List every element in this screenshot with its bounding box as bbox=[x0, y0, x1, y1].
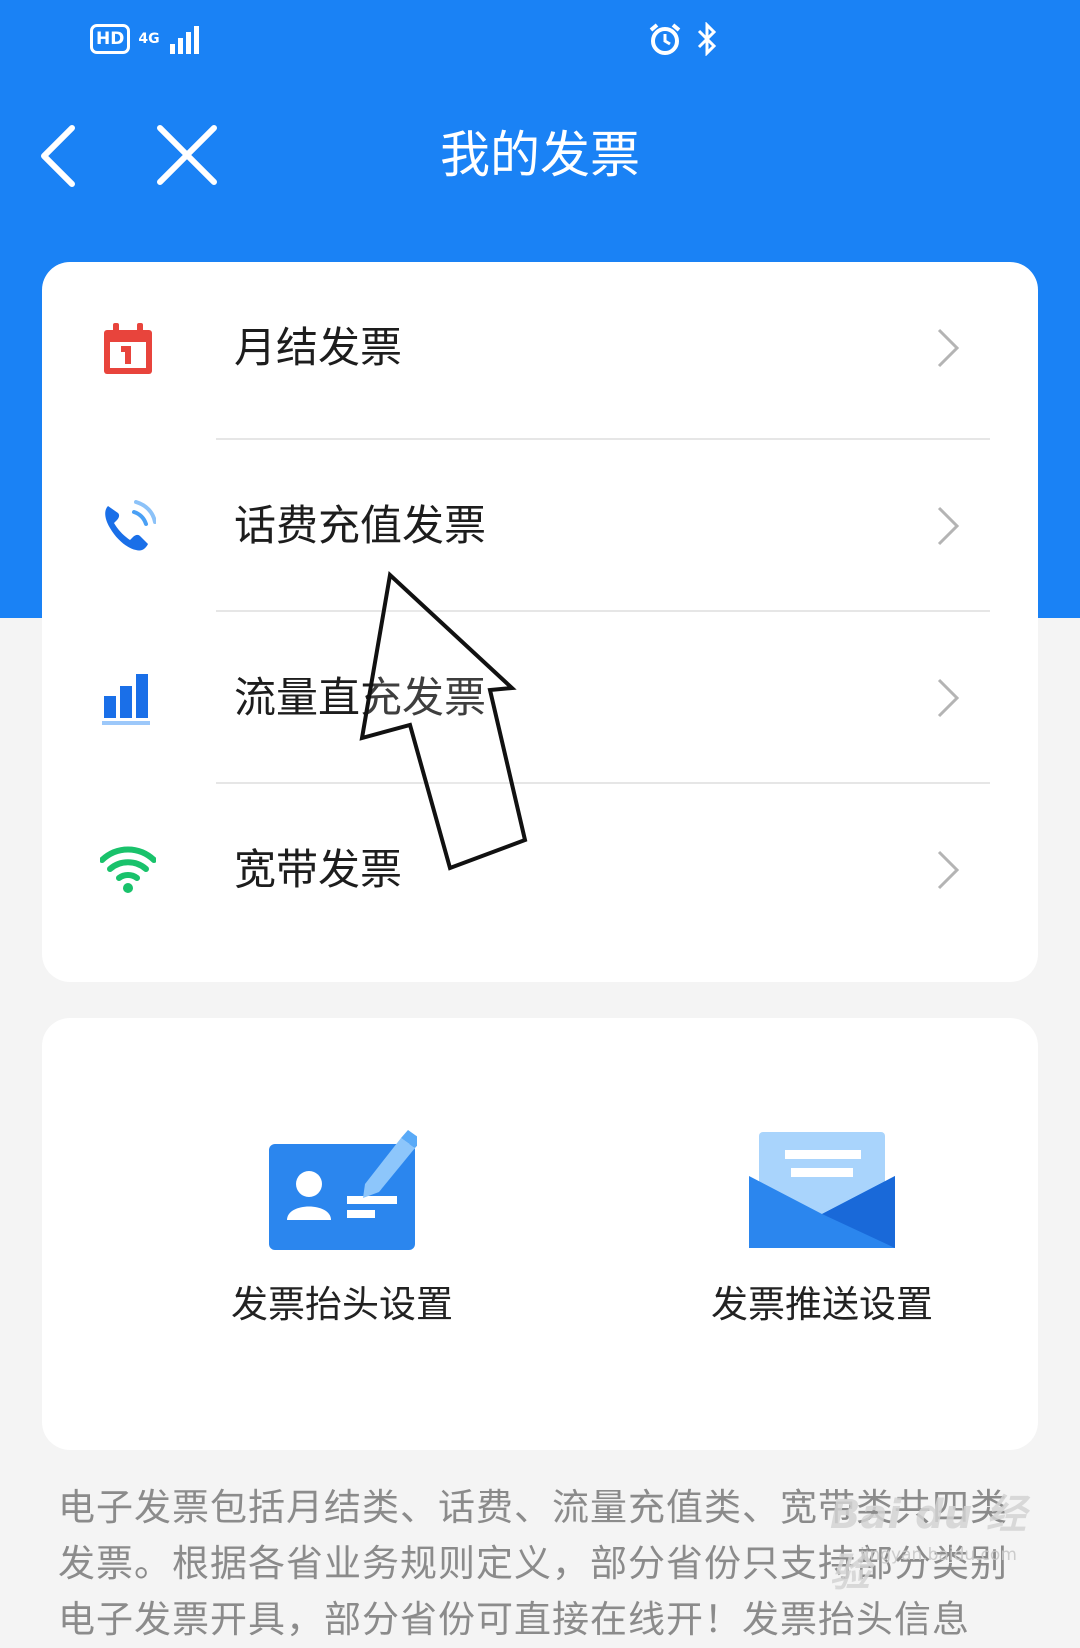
menu-item-recharge-invoice[interactable]: 话费充值发票 bbox=[42, 440, 1038, 612]
menu-item-label: 月结发票 bbox=[234, 323, 403, 372]
invoice-type-list: 月结发票 话费充值发票 流量直充发票 宽带发票 bbox=[42, 262, 1038, 982]
wifi-icon bbox=[100, 846, 156, 893]
bluetooth-icon bbox=[697, 22, 717, 56]
envelope-icon bbox=[749, 1132, 895, 1248]
watermark-url: jingyan.baidu.com bbox=[860, 1545, 1017, 1565]
menu-item-label: 流量直充发票 bbox=[234, 673, 487, 722]
invoice-settings-card: 发票抬头设置 发票推送设置 bbox=[42, 1018, 1038, 1450]
hd-badge: HD bbox=[90, 24, 131, 54]
menu-item-monthly-invoice[interactable]: 月结发票 bbox=[42, 262, 1038, 434]
id-card-edit-icon bbox=[269, 1130, 417, 1250]
navigation-bar: 我的发票 bbox=[0, 100, 1080, 210]
page-title: 我的发票 bbox=[440, 126, 640, 184]
chevron-right-icon bbox=[937, 850, 960, 890]
network-type: 4G bbox=[138, 31, 160, 47]
bar-chart-icon bbox=[102, 674, 150, 725]
calendar-icon bbox=[104, 323, 152, 374]
status-bar: HD 4G bbox=[0, 0, 1080, 80]
watermark-logo: Bai du 经验 bbox=[830, 1492, 1027, 1596]
invoice-push-setting-button[interactable]: 发票推送设置 bbox=[672, 1128, 972, 1358]
invoice-push-setting-label: 发票推送设置 bbox=[711, 1283, 933, 1326]
chevron-right-icon bbox=[937, 506, 960, 546]
alarm-icon bbox=[649, 23, 681, 55]
invoice-title-setting-label: 发票抬头设置 bbox=[231, 1283, 453, 1326]
invoice-title-setting-button[interactable]: 发票抬头设置 bbox=[192, 1128, 492, 1358]
phone-icon bbox=[105, 500, 156, 551]
signal-icon bbox=[169, 26, 199, 54]
chevron-right-icon bbox=[937, 678, 960, 718]
chevron-right-icon bbox=[937, 328, 960, 368]
menu-item-label: 宽带发票 bbox=[234, 845, 403, 894]
status-bar-left: HD 4G bbox=[90, 24, 204, 54]
menu-item-data-invoice[interactable]: 流量直充发票 bbox=[42, 612, 1038, 784]
menu-item-broadband-invoice[interactable]: 宽带发票 bbox=[42, 784, 1038, 956]
menu-item-label: 话费充值发票 bbox=[234, 501, 487, 550]
status-bar-right bbox=[648, 22, 720, 56]
